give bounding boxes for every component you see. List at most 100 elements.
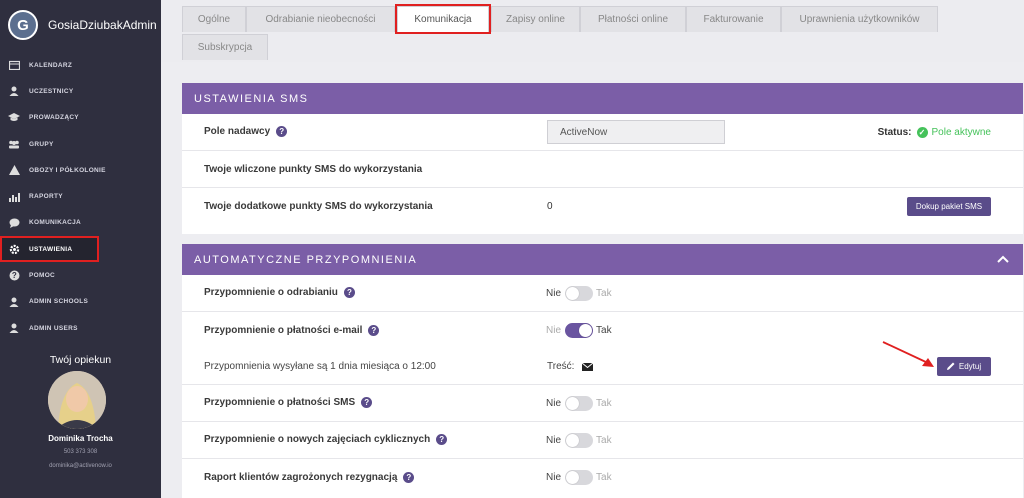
sidebar-item-label: OBOZY I PÓŁKOLONIE (29, 166, 106, 174)
group-icon (7, 137, 21, 151)
annotation-arrow-icon (882, 341, 934, 367)
reminder-toggle-group: Nie Tak (546, 470, 612, 485)
tab-uprawnienia[interactable]: Uprawnienia użytkowników (781, 6, 938, 32)
sidebar-item-prowadzacy[interactable]: PROWADZĄCY (0, 105, 161, 131)
user-icon (7, 84, 21, 98)
tent-icon (7, 163, 21, 177)
reminder-toggle[interactable] (565, 432, 594, 448)
help-icon: ? (7, 269, 21, 283)
reminder-toggle-group: Nie Tak (546, 432, 612, 448)
opiekun-email[interactable]: dominika@activenow.io (0, 463, 161, 469)
sidebar-item-label: KOMUNIKACJA (29, 219, 82, 227)
sidebar-item-komunikacja[interactable]: KOMUNIKACJA (0, 210, 161, 236)
sidebar-item-label: GRUPY (29, 140, 54, 148)
schedule-text: Przypomnienia wysyłane są 1 dnia miesiąc… (204, 361, 436, 372)
toggle-knob (566, 396, 580, 410)
extra-points-label: Twoje dodatkowe punkty SMS do wykorzysta… (204, 201, 433, 212)
sidebar-item-label: POMOC (29, 272, 56, 280)
reminder-toggle-group: Nie Tak (546, 395, 612, 411)
sidebar: G GosiaDziubakAdmin KALENDARZ UCZESTNICY… (0, 0, 161, 498)
toggle-knob (566, 286, 580, 300)
reminders-panel-title: AUTOMATYCZNE PRZYPOMNIENIA (194, 253, 418, 266)
reminders-panel: AUTOMATYCZNE PRZYPOMNIENIA Przypomnienie… (182, 244, 1023, 498)
sidebar-item-raporty[interactable]: RAPORTY (0, 183, 161, 209)
help-icon[interactable]: ? (368, 324, 380, 336)
gear-icon (7, 242, 21, 256)
sidebar-item-kalendarz[interactable]: KALENDARZ (0, 52, 161, 78)
extra-points-row: Twoje dodatkowe punkty SMS do wykorzysta… (182, 188, 1023, 225)
bar-chart-icon (7, 190, 21, 204)
sidebar-item-label: KALENDARZ (29, 61, 73, 69)
tab-ogolne[interactable]: Ogólne (182, 6, 246, 32)
tab-komunikacja[interactable]: Komunikacja (395, 4, 491, 34)
account-name[interactable]: GosiaDziubakAdmin (48, 18, 157, 32)
reminders-panel-header[interactable]: AUTOMATYCZNE PRZYPOMNIENIA (182, 244, 1023, 275)
reminder-row: Przypomnienie o płatności SMS? Nie Tak (182, 385, 1023, 422)
reminder-toggle[interactable] (565, 395, 594, 411)
sidebar-item-ustawienia[interactable]: USTAWIENIA (0, 236, 99, 263)
buy-sms-button[interactable]: Dokup pakiet SMS (907, 197, 991, 216)
user-icon (7, 321, 21, 335)
sender-label: Pole nadawcy? (204, 126, 288, 138)
tab-subskrypcja[interactable]: Subskrypcja (182, 34, 268, 60)
help-icon[interactable]: ? (361, 397, 373, 409)
status-label: Status: (877, 126, 912, 138)
sidebar-item-grupy[interactable]: GRUPY (0, 131, 161, 157)
sidebar-nav: KALENDARZ UCZESTNICY PROWADZĄCY GRUPY OB… (0, 52, 161, 341)
sidebar-item-pomoc[interactable]: ? POMOC (0, 262, 161, 288)
sms-panel-title: USTAWIENIA SMS (194, 92, 309, 105)
edit-button[interactable]: Edytuj (937, 357, 991, 376)
account-header[interactable]: G GosiaDziubakAdmin (0, 0, 161, 50)
sidebar-item-label: USTAWIENIA (29, 245, 73, 253)
envelope-icon[interactable] (582, 362, 594, 371)
extra-points-value: 0 (547, 201, 553, 212)
reminder-toggle[interactable] (565, 470, 594, 485)
toggle-off-label: Nie (546, 472, 562, 483)
opiekun-phone: 503 373 308 (63, 449, 98, 455)
sidebar-item-label: ADMIN SCHOOLS (29, 298, 89, 306)
sms-panel-header: USTAWIENIA SMS (182, 83, 1023, 114)
opiekun-title: Twój opiekun (49, 354, 112, 366)
toggle-knob (566, 471, 580, 484)
reminder-row: Raport klientów zagrożonych rezygnacją? … (182, 459, 1023, 496)
help-icon[interactable]: ? (436, 434, 448, 446)
sidebar-item-label: UCZESTNICY (29, 87, 74, 95)
tab-zapisy-online[interactable]: Zapisy online (491, 6, 580, 32)
sender-input[interactable] (547, 120, 725, 144)
help-icon[interactable]: ? (276, 126, 288, 138)
toggle-on-label: Tak (596, 472, 612, 483)
sidebar-item-obozy[interactable]: OBOZY I PÓŁKOLONIE (0, 157, 161, 183)
chevron-up-icon[interactable] (997, 252, 1009, 266)
toggle-on-label: Tak (596, 325, 612, 336)
sender-status: Status: ✓ Pole aktywne (877, 126, 991, 138)
toggle-off-label: Nie (546, 325, 562, 336)
reminder-toggle[interactable] (565, 323, 594, 338)
toggle-on-label: Tak (596, 434, 612, 446)
help-icon[interactable]: ? (403, 471, 415, 483)
sender-row: Pole nadawcy? Status: ✓ Pole aktywne (182, 114, 1023, 151)
tab-fakturowanie[interactable]: Fakturowanie (686, 6, 781, 32)
sidebar-item-label: RAPORTY (29, 193, 63, 201)
toggle-knob (579, 324, 593, 337)
reminder-label: Raport klientów zagrożonych rezygnacją? (204, 471, 415, 483)
reminder-toggle-group: Nie Tak (546, 323, 612, 338)
help-icon[interactable]: ? (343, 287, 355, 299)
toggle-off-label: Nie (546, 287, 562, 299)
points-row: Twoje wliczone punkty SMS do wykorzystan… (182, 151, 1023, 188)
check-circle-icon: ✓ (916, 126, 928, 138)
sidebar-item-uczestnicy[interactable]: UCZESTNICY (0, 78, 161, 104)
toggle-on-label: Tak (596, 397, 612, 409)
graduation-cap-icon (7, 111, 21, 125)
opiekun-avatar (48, 371, 106, 429)
sidebar-item-admin-users[interactable]: ADMIN USERS (0, 315, 161, 341)
sidebar-item-admin-schools[interactable]: ADMIN SCHOOLS (0, 289, 161, 315)
tab-platnosci-online[interactable]: Płatności online (580, 6, 686, 32)
reminder-label: Przypomnienie o nowych zajęciach cyklicz… (204, 434, 448, 446)
tab-odrabianie[interactable]: Odrabianie nieobecności (246, 6, 395, 32)
account-avatar[interactable]: G (8, 10, 38, 40)
chat-icon (7, 216, 21, 230)
svg-text:?: ? (11, 271, 16, 280)
reminder-toggle-group: Nie Tak (546, 285, 612, 301)
reminder-toggle[interactable] (565, 285, 594, 301)
toggle-off-label: Nie (546, 434, 562, 446)
